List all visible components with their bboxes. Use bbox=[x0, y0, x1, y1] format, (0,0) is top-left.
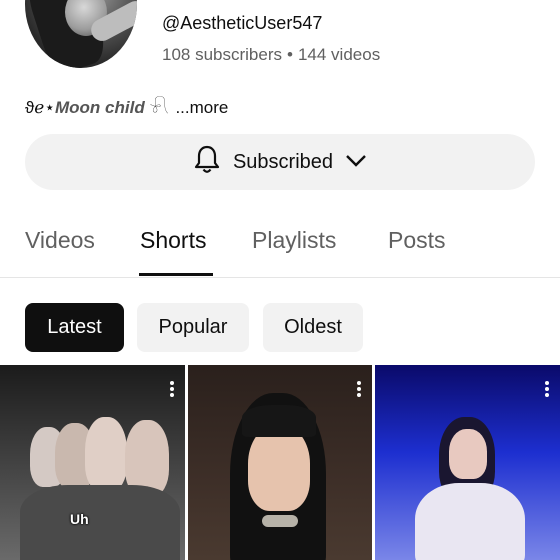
more-options-icon[interactable] bbox=[169, 379, 175, 399]
short-thumbnail-1[interactable]: Uh bbox=[0, 365, 185, 560]
short-thumbnail-3[interactable] bbox=[375, 365, 560, 560]
short-figure-face bbox=[449, 429, 487, 479]
short-caption: Uh bbox=[70, 511, 89, 527]
bio-text: Moon child bbox=[55, 98, 145, 117]
stats-separator: • bbox=[287, 45, 293, 64]
filter-latest[interactable]: Latest bbox=[25, 303, 124, 352]
channel-avatar[interactable] bbox=[25, 0, 137, 68]
short-figure bbox=[85, 417, 127, 491]
channel-handle: @AestheticUser547 bbox=[162, 13, 323, 33]
tab-posts[interactable]: Posts bbox=[388, 227, 446, 254]
channel-tabs: Videos Shorts Playlists Posts bbox=[0, 215, 560, 278]
channel-stats: 108 subscribers • 144 videos bbox=[162, 45, 380, 65]
subscribed-button[interactable]: Subscribed bbox=[25, 134, 535, 190]
short-figure-body bbox=[415, 483, 525, 560]
short-thumbnail-2[interactable] bbox=[188, 365, 372, 560]
short-figure bbox=[20, 485, 180, 560]
tab-playlists[interactable]: Playlists bbox=[252, 227, 336, 254]
more-link[interactable]: ...more bbox=[175, 98, 228, 117]
bio-prefix: ϑℯ⋆ bbox=[25, 98, 55, 117]
subscriber-count: 108 subscribers bbox=[162, 45, 283, 64]
more-options-icon[interactable] bbox=[544, 379, 550, 399]
tab-videos[interactable]: Videos bbox=[25, 227, 95, 254]
filter-popular[interactable]: Popular bbox=[137, 303, 249, 352]
video-count: 144 videos bbox=[297, 45, 381, 64]
short-figure-bangs bbox=[242, 405, 316, 437]
chevron-down-icon bbox=[345, 151, 367, 174]
short-figure-face bbox=[248, 425, 310, 511]
more-options-icon[interactable] bbox=[356, 379, 362, 399]
active-tab-indicator bbox=[139, 273, 213, 276]
bio-suffix: 𓍯 bbox=[149, 98, 169, 117]
filter-oldest[interactable]: Oldest bbox=[263, 303, 363, 352]
channel-bio[interactable]: ϑℯ⋆Moon child 𓍯 ...more bbox=[25, 90, 228, 119]
tab-shorts[interactable]: Shorts bbox=[140, 227, 206, 254]
bell-icon bbox=[193, 144, 221, 180]
subscribed-label: Subscribed bbox=[232, 150, 334, 173]
short-figure-necklace bbox=[262, 515, 298, 527]
